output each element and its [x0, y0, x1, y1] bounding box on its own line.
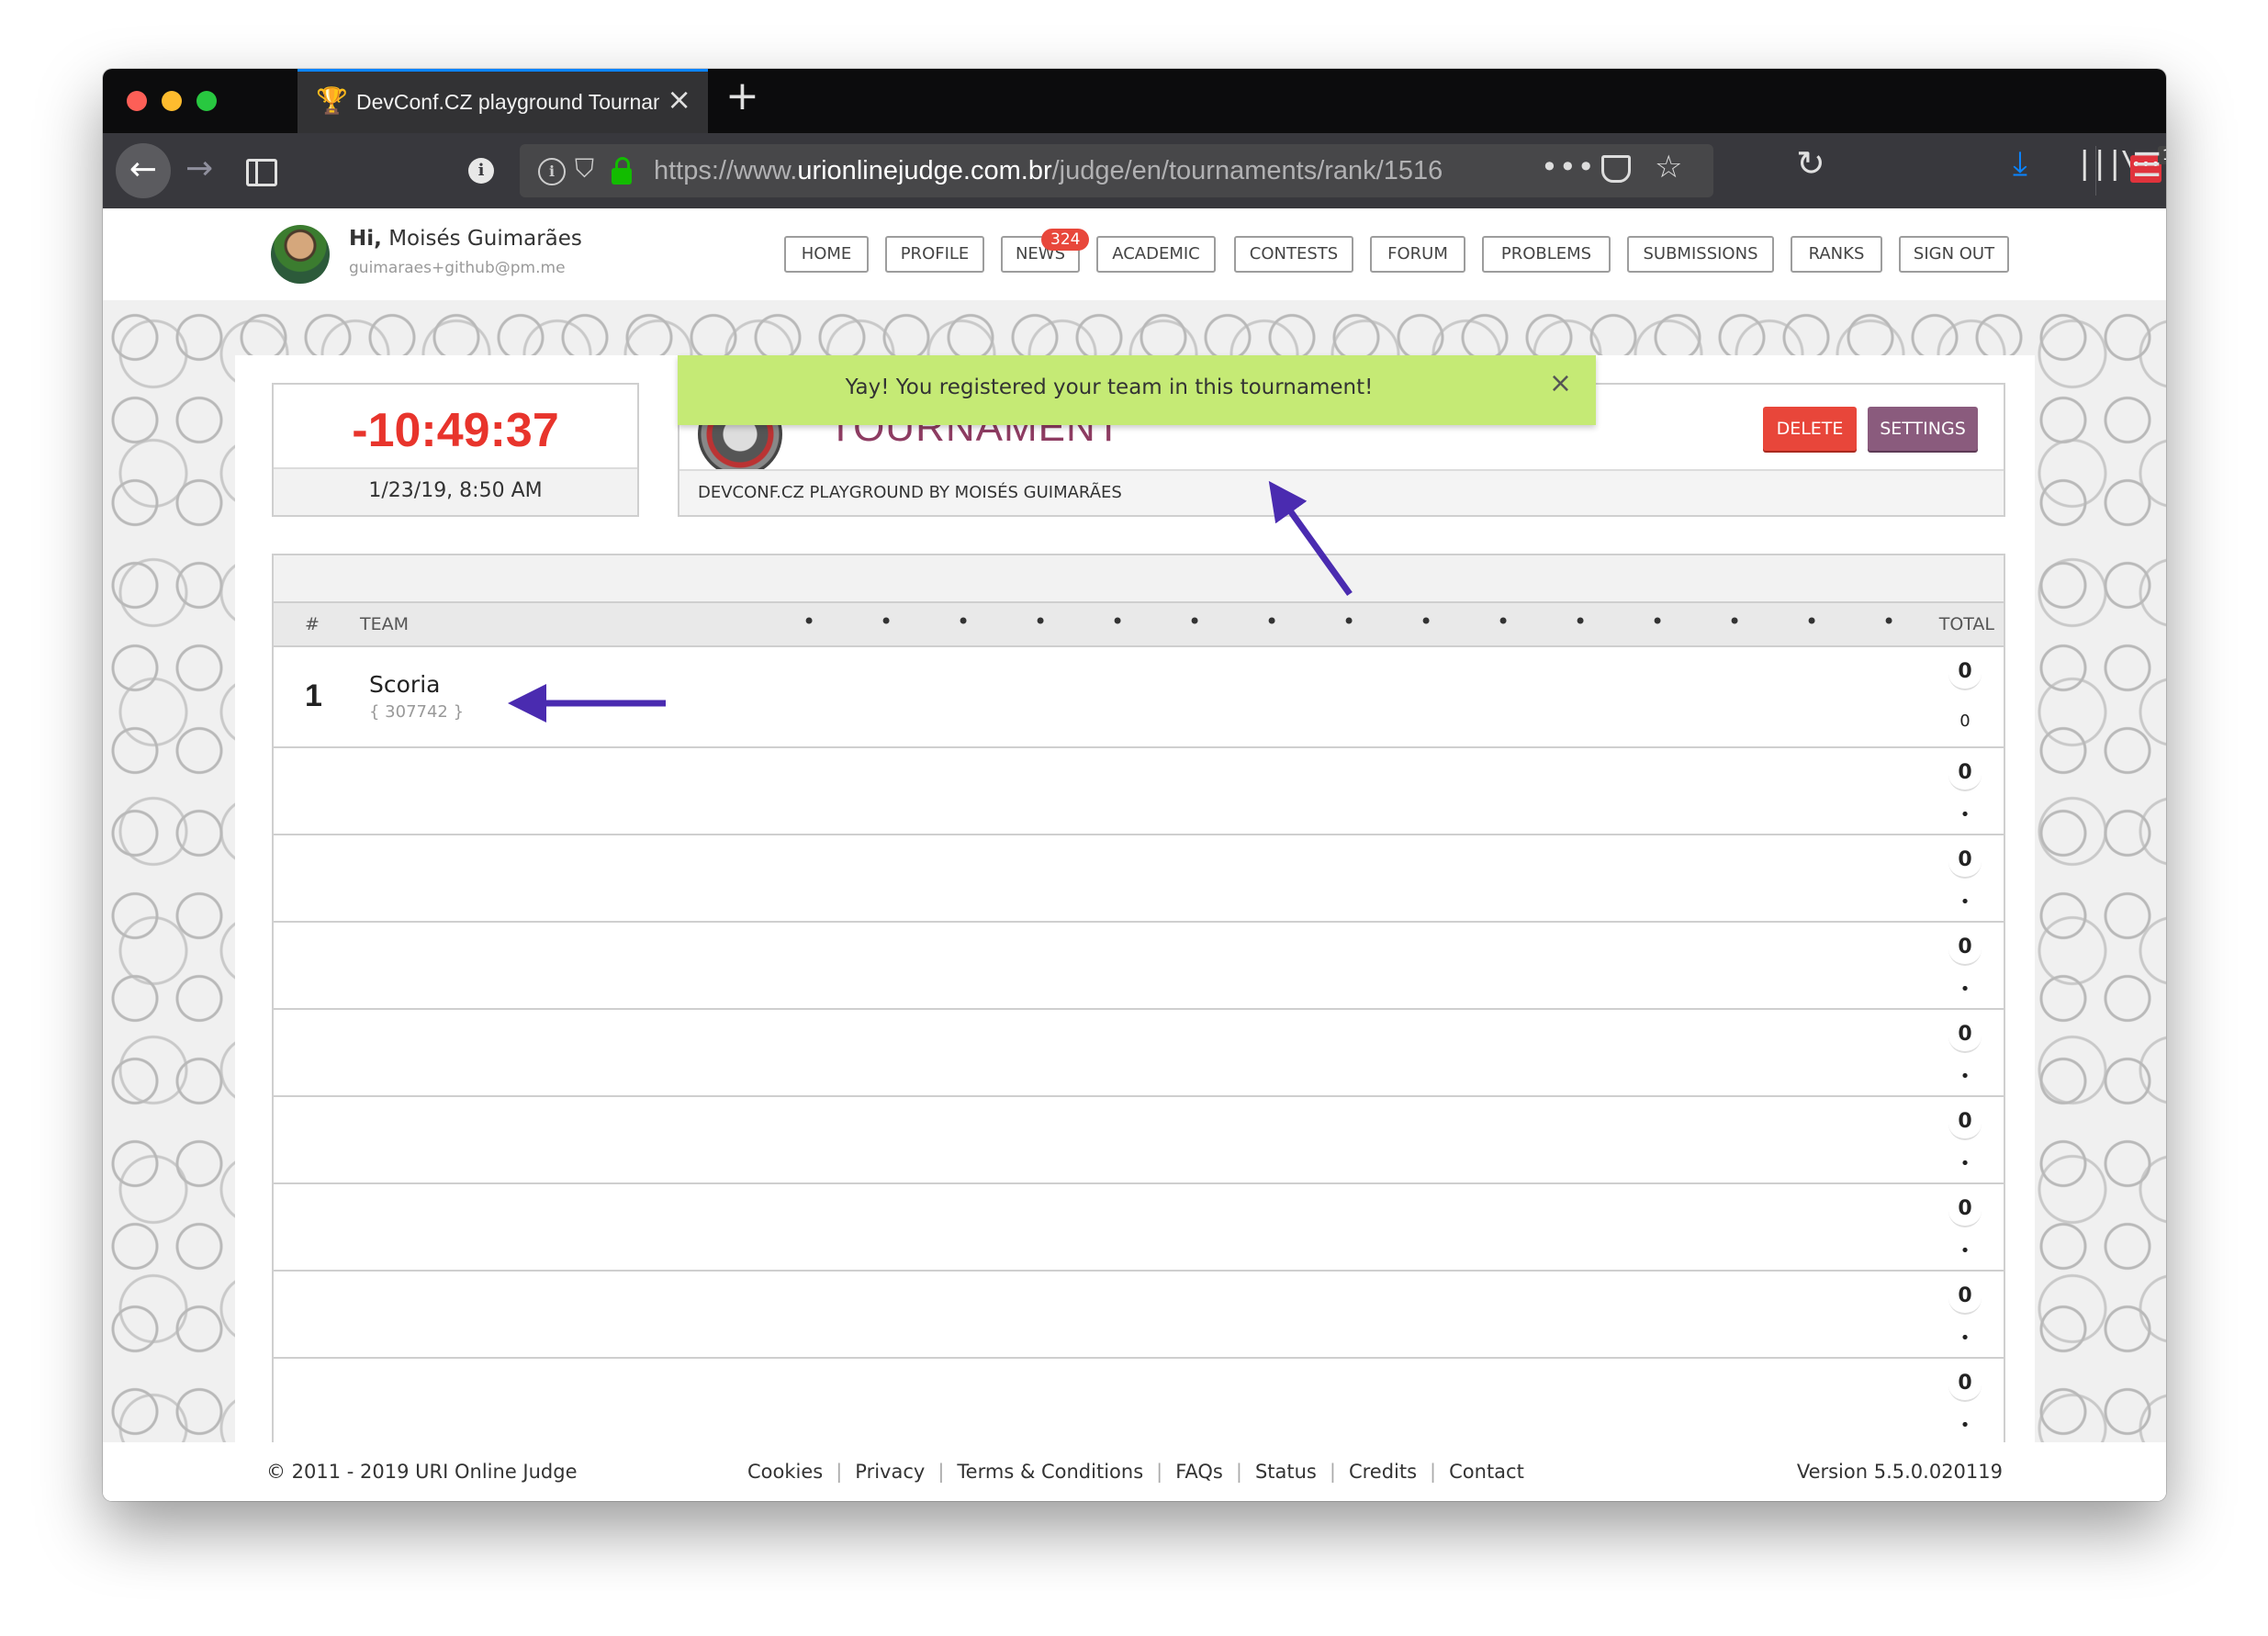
footer-link-credits[interactable]: Credits: [1349, 1461, 1417, 1483]
bookmark-star-icon[interactable]: ☆: [1655, 151, 1682, 183]
shield-icon[interactable]: ⛉: [575, 156, 594, 182]
browser-window: 🏆 DevConf.CZ playground Tournament × + ←…: [103, 69, 2166, 1501]
site-footer: © 2011 - 2019 URI Online Judge Cookies | P…: [103, 1442, 2166, 1501]
close-tab-icon[interactable]: ×: [667, 84, 691, 114]
zoom-window-button[interactable]: [196, 91, 217, 111]
footer-links: Cookies | Privacy | Terms & Conditions | FAQs |…: [747, 1461, 1524, 1483]
close-window-button[interactable]: [127, 91, 147, 111]
version-label: Version 5.5.0.020119: [1796, 1461, 2003, 1483]
pocket-icon[interactable]: [1601, 155, 1631, 183]
footer-link-contact[interactable]: Contact: [1449, 1461, 1524, 1483]
url-host: urionlinejudge.com.br: [797, 156, 1052, 185]
copyright: © 2011 - 2019 URI Online Judge: [266, 1461, 578, 1483]
tab-title: DevConf.CZ playground Tournament: [356, 90, 659, 114]
footer-link-cookies[interactable]: Cookies: [747, 1461, 823, 1483]
url-text[interactable]: https://www.urionlinejudge.com.br/judge/…: [654, 156, 1443, 186]
footer-link-status[interactable]: Status: [1255, 1461, 1317, 1483]
arrow-to-toast: [1268, 480, 1353, 597]
back-button[interactable]: ←: [116, 143, 171, 198]
address-bar[interactable]: i ⛉ https://www.urionlinejudge.com.br/ju…: [520, 144, 1713, 197]
annotation-arrows: [508, 480, 1353, 723]
reload-icon[interactable]: ↻: [1796, 146, 1825, 181]
tab-strip: 🏆 DevConf.CZ playground Tournament × +: [103, 69, 2166, 133]
info-icon[interactable]: i: [468, 158, 494, 184]
new-tab-button[interactable]: +: [725, 76, 759, 117]
trophy-icon: 🏆: [316, 85, 348, 116]
footer-link-privacy[interactable]: Privacy: [855, 1461, 925, 1483]
footer-link-terms[interactable]: Terms & Conditions: [957, 1461, 1143, 1483]
nav-toolbar: ← → i i ⛉ https://www.urionlinejudge.com…: [103, 133, 2166, 208]
sidebar-icon[interactable]: [246, 159, 277, 186]
library-icon[interactable]: |||\: [2075, 148, 2139, 179]
lock-icon: [612, 157, 632, 185]
url-path: /judge/en/tournaments/rank/1516: [1051, 156, 1443, 185]
toolbar-separator: [2095, 146, 2096, 196]
footer-link-faqs[interactable]: FAQs: [1175, 1461, 1223, 1483]
forward-button[interactable]: →: [185, 150, 213, 187]
site-info-icon[interactable]: i: [538, 158, 566, 185]
menu-icon[interactable]: ☰: [2132, 150, 2161, 183]
web-page: Hi, Moisés Guimarães guimaraes+github@pm…: [103, 208, 2166, 1501]
url-prefix: https://www.: [654, 156, 798, 185]
minimize-window-button[interactable]: [162, 91, 182, 111]
browser-tab[interactable]: 🏆 DevConf.CZ playground Tournament ×: [298, 69, 708, 133]
page-actions-icon[interactable]: •••: [1541, 150, 1596, 185]
download-icon[interactable]: ⤓: [2013, 148, 2027, 181]
